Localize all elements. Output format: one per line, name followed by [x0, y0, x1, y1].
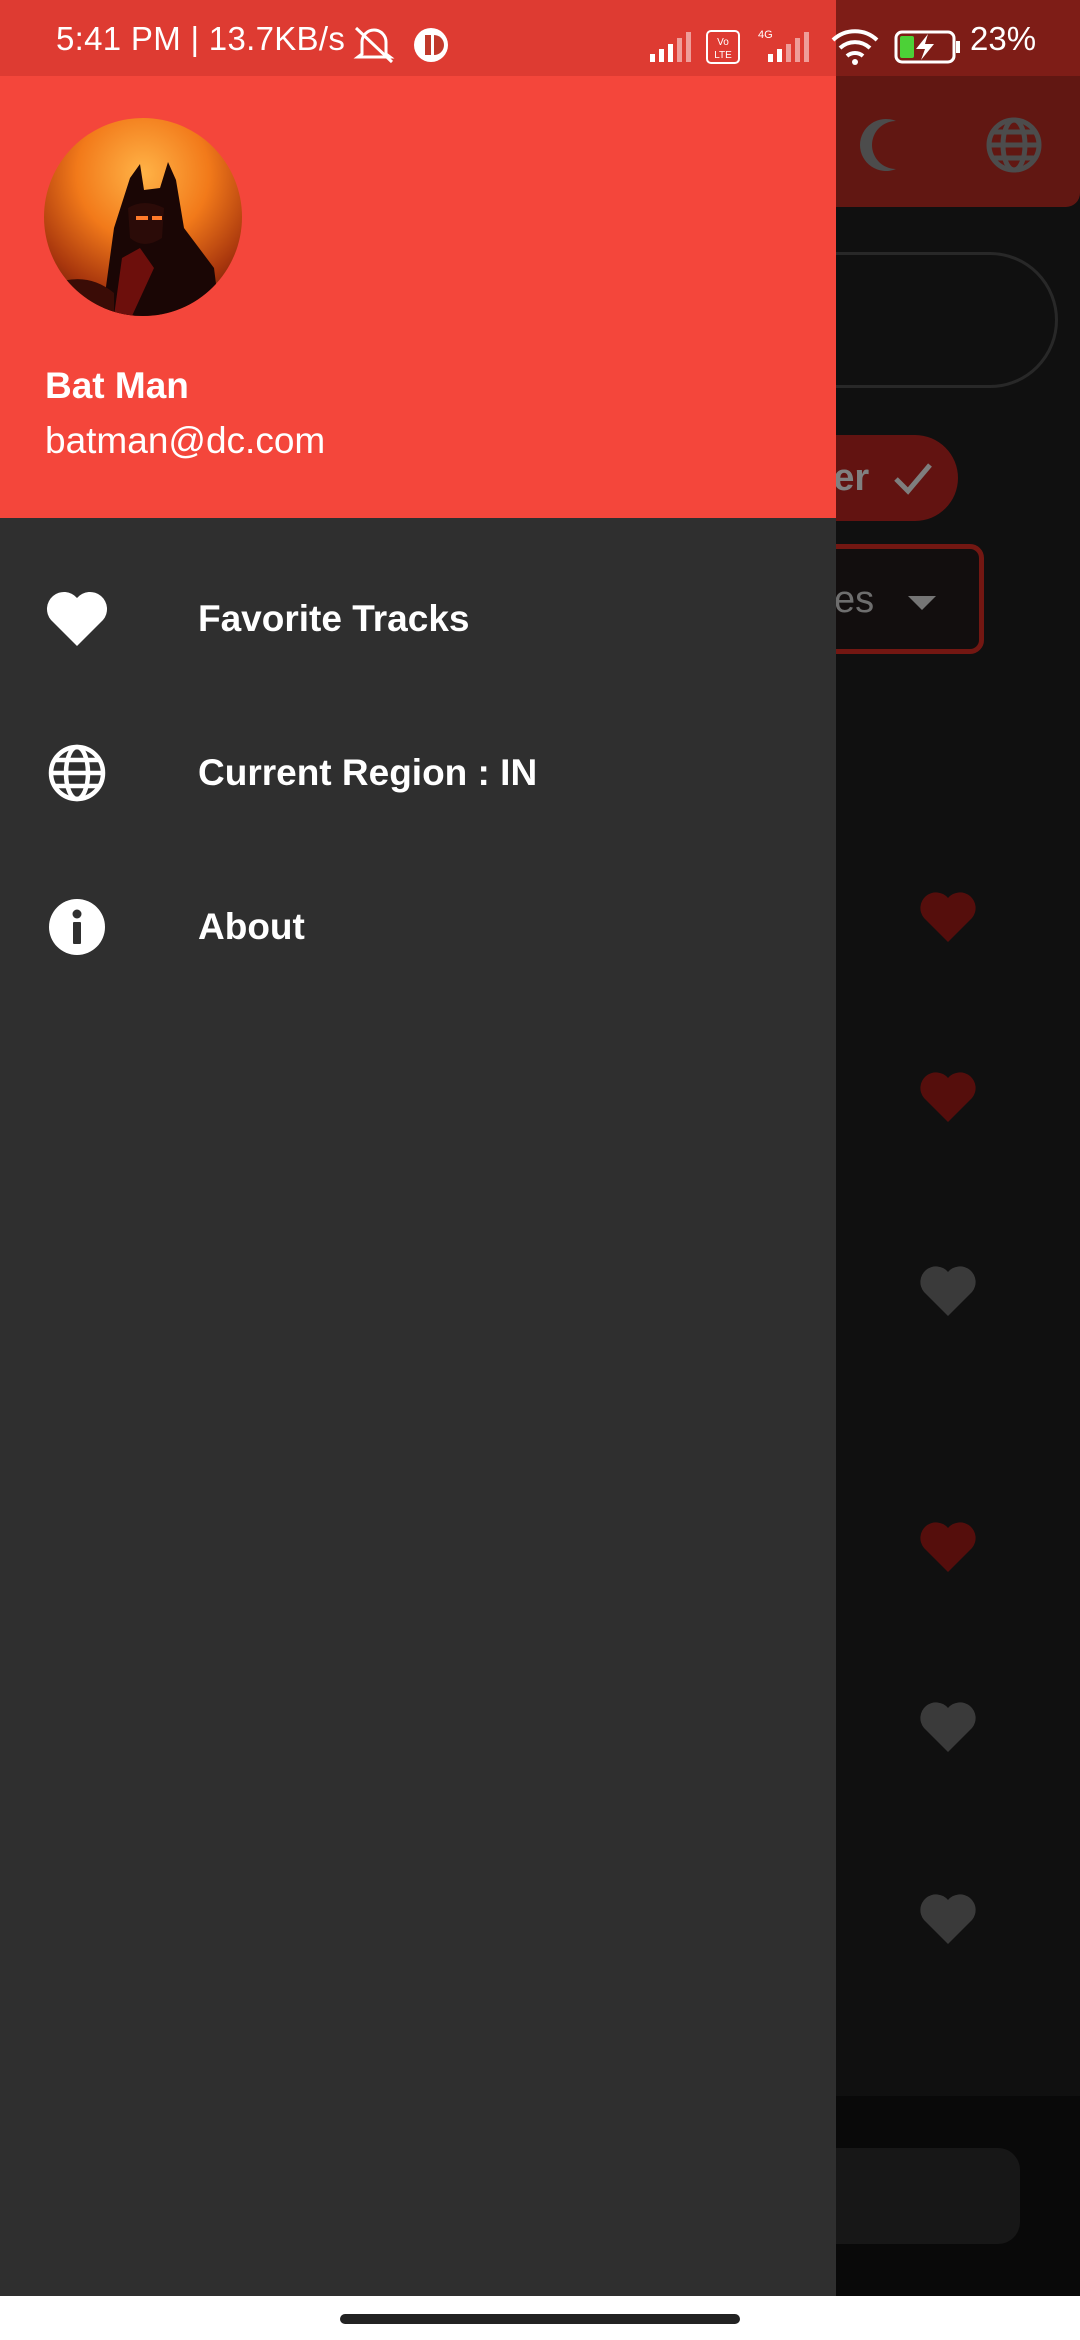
home-indicator[interactable] [340, 2314, 740, 2324]
lte-text: LTE [714, 50, 732, 61]
avatar [44, 118, 242, 316]
status-bar: 5:41 PM | 13.7KB/s Vo LTE 4G 23% [0, 0, 1080, 76]
menu-item-label: About [198, 906, 305, 947]
volte-text: Vo [717, 37, 729, 48]
navigation-drawer: Bat Man batman@dc.com Favorite Tracks Cu… [0, 0, 836, 2296]
menu-item-current-region[interactable]: Current Region : IN [0, 708, 836, 838]
menu-item-about[interactable]: About [0, 862, 836, 992]
signal-icon [650, 32, 691, 62]
mute-icon [353, 26, 395, 64]
menu-item-label: Favorite Tracks [198, 598, 470, 639]
signal-4g-icon: 4G [758, 29, 809, 62]
app-notification-icon [414, 28, 448, 62]
heart-icon [46, 591, 108, 646]
battery-charging-icon [894, 30, 960, 64]
wifi-icon [831, 29, 879, 65]
drawer-header: Bat Man batman@dc.com [0, 0, 836, 518]
network-type-text: 4G [758, 29, 773, 41]
menu-item-label: Current Region : IN [198, 752, 538, 793]
status-time: 5:41 PM | 13.7KB/s [56, 20, 346, 57]
user-name: Bat Man [45, 365, 189, 406]
menu-item-favorite-tracks[interactable]: Favorite Tracks [0, 554, 836, 684]
volte-icon: Vo LTE [706, 30, 740, 64]
avatar-image [44, 162, 220, 316]
globe-icon [48, 744, 106, 802]
battery-percent: 23% [970, 20, 1037, 57]
user-email: batman@dc.com [45, 420, 326, 461]
info-icon [49, 899, 105, 955]
